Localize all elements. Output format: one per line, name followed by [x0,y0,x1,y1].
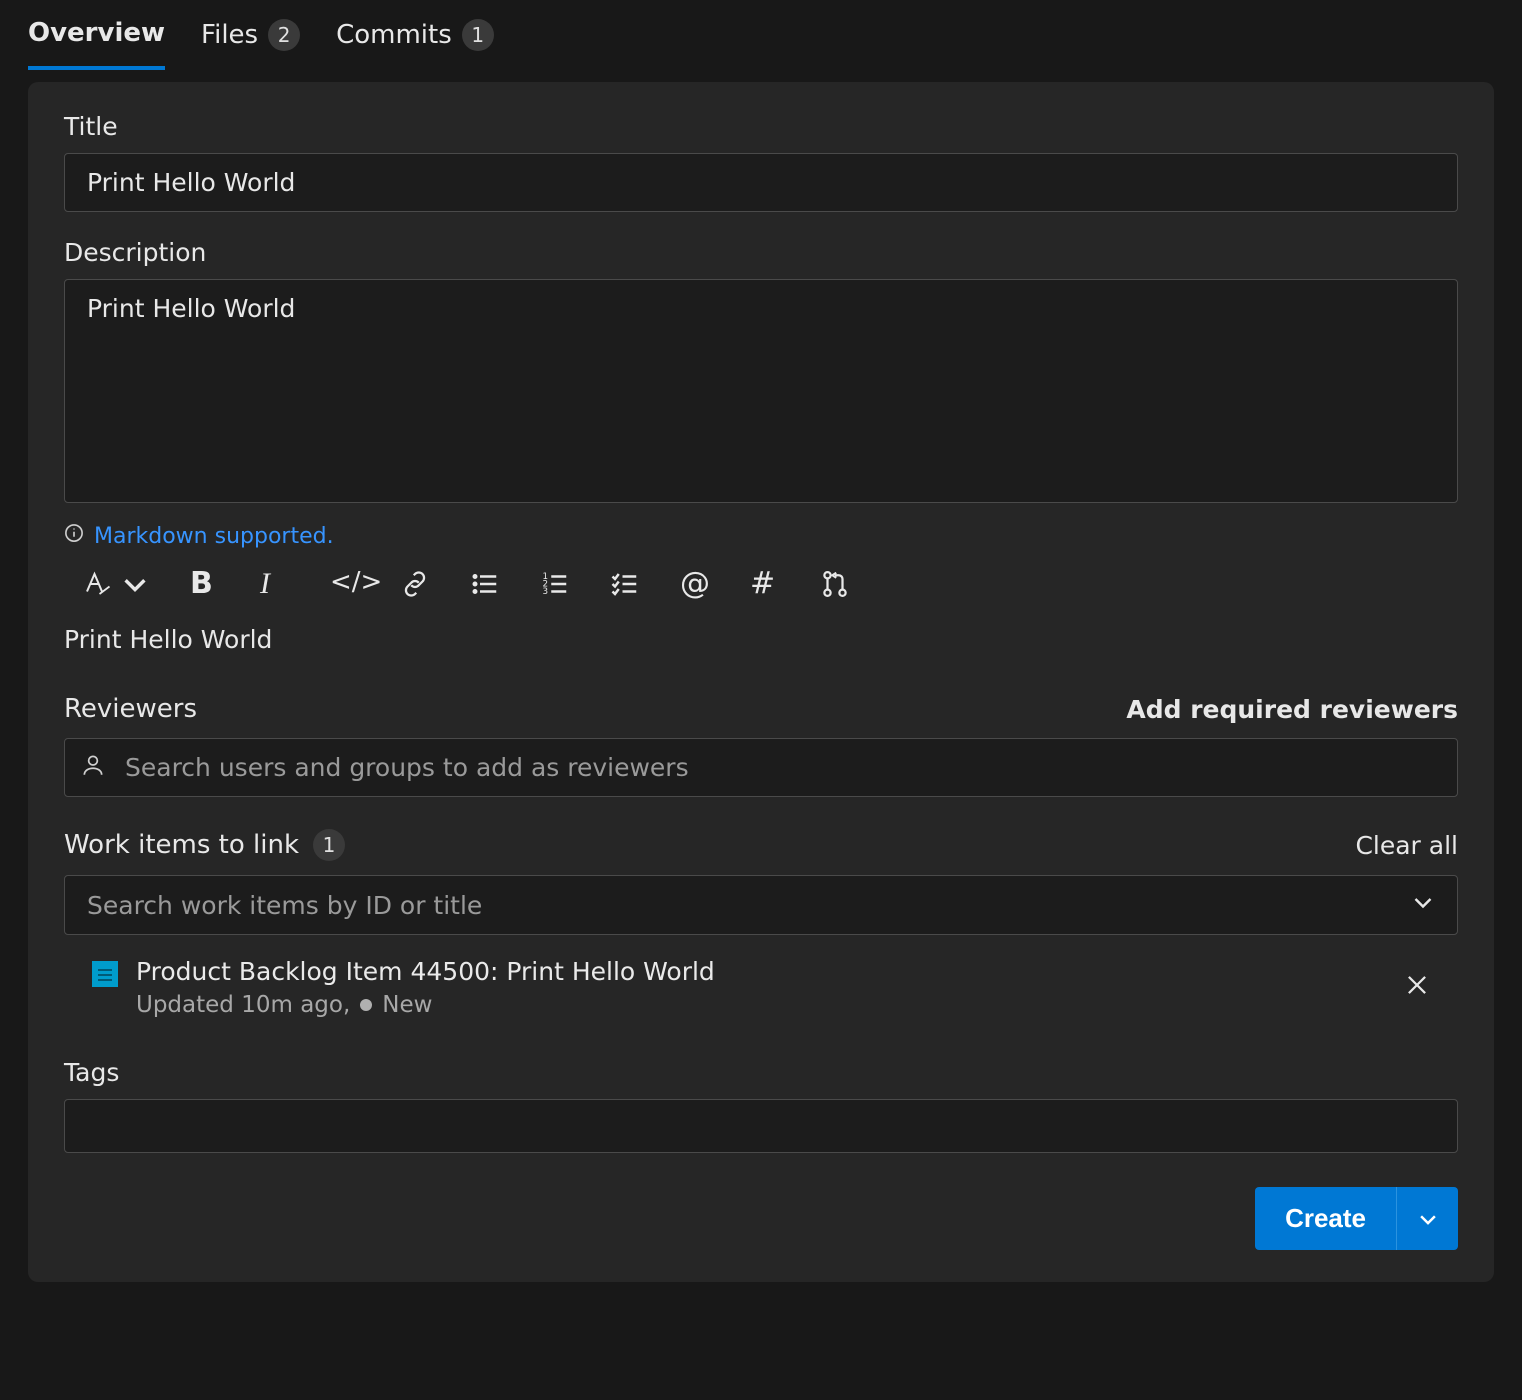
work-item-title[interactable]: Product Backlog Item 44500: Print Hello … [136,957,715,986]
create-dropdown-button[interactable] [1396,1187,1458,1250]
tab-overview[interactable]: Overview [28,18,165,70]
tab-bar: Overview Files 2 Commits 1 [0,0,1522,70]
work-items-search-combo[interactable]: Search work items by ID or title [64,875,1458,935]
chevron-down-icon [1411,890,1435,920]
form-panel: Title Description Markdown supported. B … [28,82,1494,1282]
work-item-type-icon [92,961,118,987]
editor-toolbar: B I </> 123 @ # [82,569,1458,599]
tab-label: Overview [28,18,165,48]
title-input[interactable] [64,153,1458,212]
remove-work-item-button[interactable] [1404,972,1430,1004]
combo-placeholder: Search work items by ID or title [87,891,482,920]
linked-work-item: Product Backlog Item 44500: Print Hello … [64,935,1458,1028]
italic-button[interactable]: I [260,569,290,599]
markdown-supported-link[interactable]: Markdown supported. [94,524,334,549]
create-split-button: Create [1255,1187,1458,1250]
tab-label: Commits [336,20,452,50]
bold-button[interactable]: B [190,569,220,599]
clear-all-button[interactable]: Clear all [1355,831,1458,860]
tab-commits[interactable]: Commits 1 [336,19,494,69]
work-items-label: Work items to link [64,830,299,860]
reviewers-label: Reviewers [64,694,197,724]
mention-button[interactable]: @ [680,569,710,599]
tab-files[interactable]: Files 2 [201,19,300,69]
work-items-count-badge: 1 [313,829,345,861]
work-item-state: New [382,992,432,1018]
link-button[interactable] [400,569,430,599]
code-button[interactable]: </> [330,569,360,599]
tags-label: Tags [64,1058,1458,1087]
create-button[interactable]: Create [1255,1187,1396,1250]
info-icon [64,523,84,549]
checklist-button[interactable] [610,569,640,599]
add-required-reviewers-button[interactable]: Add required reviewers [1126,695,1458,724]
hash-button[interactable]: # [750,569,780,599]
tags-input[interactable] [64,1099,1458,1153]
person-icon [80,752,106,784]
tab-count-badge: 1 [462,19,494,51]
pull-request-button[interactable] [820,569,850,599]
numbered-list-button[interactable]: 123 [540,569,570,599]
title-label: Title [64,112,1458,141]
description-label: Description [64,238,1458,267]
description-textarea[interactable] [64,279,1458,503]
reviewers-input[interactable] [64,738,1458,797]
work-item-updated: Updated 10m ago, [136,992,350,1018]
description-preview: Print Hello World [64,625,1458,654]
text-style-button[interactable] [82,569,150,599]
tab-count-badge: 2 [268,19,300,51]
bulleted-list-button[interactable] [470,569,500,599]
state-dot-icon [360,999,372,1011]
tab-label: Files [201,20,258,50]
svg-text:3: 3 [543,587,549,597]
